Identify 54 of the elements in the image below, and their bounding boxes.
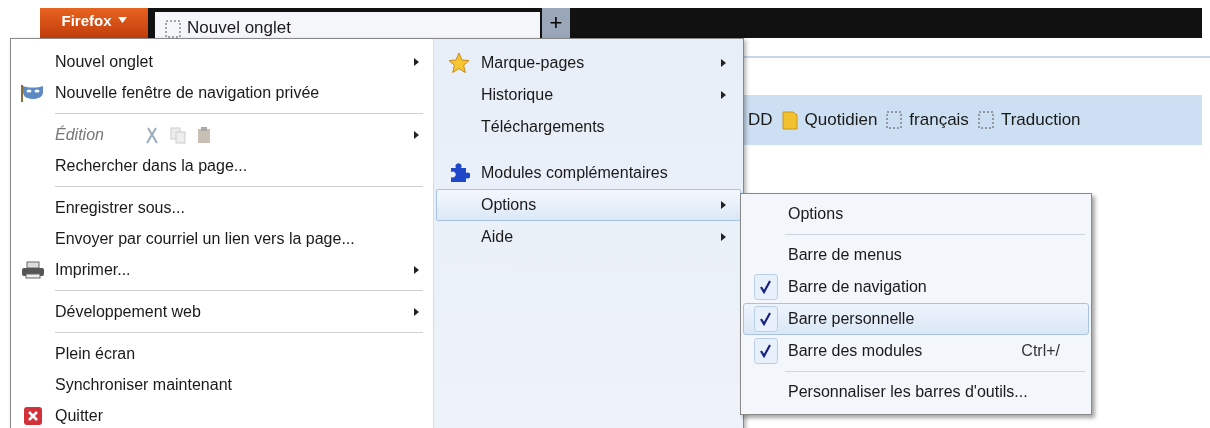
menu-item[interactable]: Barre des modules Ctrl+/ [743,335,1089,367]
bookmark-item[interactable]: Traduction [976,110,1081,130]
submenu-arrow-icon [414,130,419,139]
copy-icon [169,125,186,144]
menu-item[interactable]: Marque-pages [436,47,741,79]
menu-item[interactable]: Quitter [11,400,433,428]
browser-tab[interactable]: Nouvel onglet [155,12,540,38]
bookmark-item[interactable]: français [885,110,969,130]
menu-item[interactable]: Personnaliser les barres d'outils... [743,376,1089,408]
menu-item[interactable]: Plein écran [11,338,433,369]
tab-title: Nouvel onglet [187,18,291,38]
menu-item[interactable]: Nouvel onglet [11,46,433,77]
menu-item[interactable]: Imprimer... [11,254,433,285]
shortcut-text: Ctrl+/ [1021,342,1060,360]
page-icon [885,110,904,130]
page-icon [165,20,181,38]
submenu-arrow-icon [721,201,726,209]
menu-item[interactable]: Barre de navigation [743,271,1089,303]
menu-item[interactable]: Synchroniser maintenant [11,369,433,400]
caret-icon [117,17,127,23]
checkmark-icon [754,338,778,364]
submenu-arrow-icon [414,307,419,316]
new-tab-button[interactable]: + [542,8,570,38]
menu-item[interactable]: Enregistrer sous... [11,192,433,223]
menu-item[interactable]: Téléchargements [436,111,741,143]
menu-item[interactable]: Aide [436,221,741,253]
menu-item[interactable]: Rechercher dans la page... [11,150,433,181]
menu-item[interactable]: Options [436,189,741,221]
bookmark-item[interactable]: Quotidien [780,110,878,130]
submenu-arrow-icon [721,91,726,99]
mask-icon [21,83,45,102]
star-icon [448,52,470,74]
checkmark-icon [754,306,778,332]
checkmark-icon [754,274,778,300]
menu-item[interactable]: Développement web [11,296,433,327]
printer-icon [21,260,45,279]
page-icon [976,110,995,130]
menu-item[interactable]: Barre personnelle [743,303,1089,335]
menu-item[interactable]: Envoyer par courriel un lien vers la page... [11,223,433,254]
folder-icon [780,110,799,130]
menu-item[interactable]: Nouvelle fenêtre de navigation privée [11,77,433,108]
menu-item[interactable]: Options [743,198,1089,230]
submenu-arrow-icon [414,265,419,274]
puzzle-icon [448,162,470,184]
submenu-arrow-icon [414,57,419,66]
bookmark-item[interactable]: DD [748,110,773,130]
menu-item[interactable]: Barre de menus [743,239,1089,271]
clipboard-icon [195,125,212,144]
menu-item[interactable]: Historique [436,79,741,111]
firefox-menu-button[interactable]: Firefox [40,8,148,38]
submenu-arrow-icon [721,233,726,241]
submenu-arrow-icon [721,59,726,67]
menu-item[interactable]: Modules complémentaires [436,157,741,189]
scissors-icon [143,125,160,144]
